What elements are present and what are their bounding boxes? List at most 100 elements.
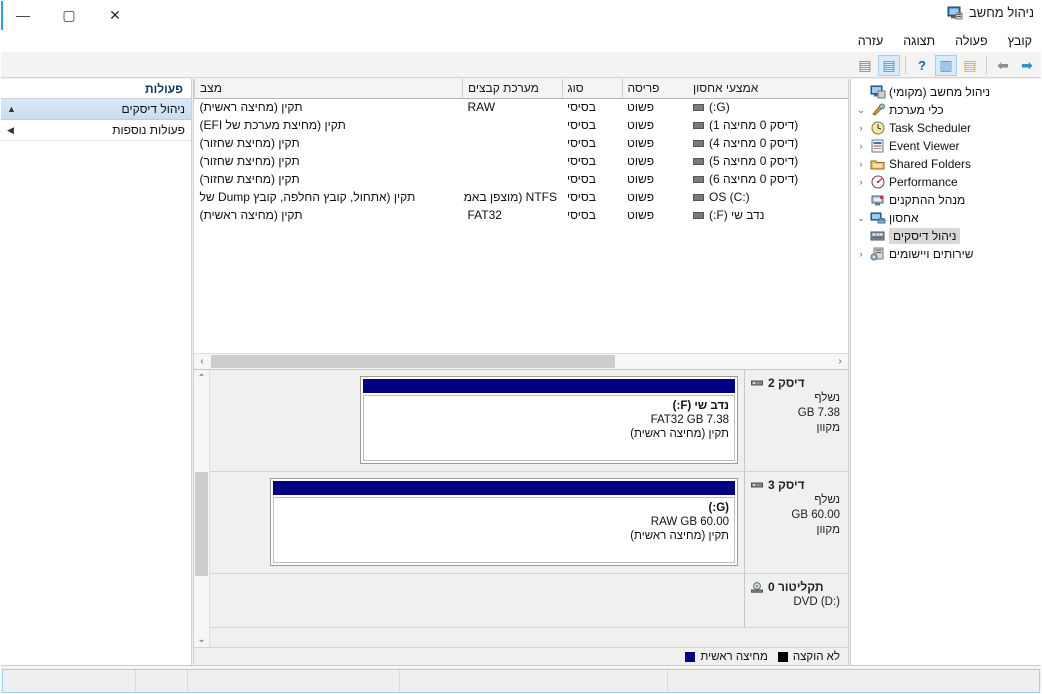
table-header-row: אמצעי אחסון פריסה סוג מערכת קבצים מצב <box>194 79 848 99</box>
tree-item-label: ניהול מחשב (מקומי) <box>889 85 991 99</box>
vertical-scroll-track[interactable] <box>194 386 209 631</box>
disk-row-cdrom-0[interactable]: תקליטור 0 DVD (D:) <box>210 574 848 628</box>
cell-volume: OS (C:) <box>688 188 848 206</box>
chevron-left-icon[interactable]: ‹ <box>855 176 867 188</box>
partition-info: נדב שי (F:) 7.38 FAT32 GB תקין (מחיצה ראשי… <box>363 395 735 461</box>
disk-header-disk-2[interactable]: דיסק 2 נשלף 7.38 GB מקוון <box>744 370 848 471</box>
forward-icon[interactable]: ➡ <box>1016 55 1038 76</box>
chevron-left-icon[interactable]: ‹ <box>855 122 867 134</box>
cell-volume: (דיסק 0 מחיצה 4) <box>688 134 848 152</box>
column-type[interactable]: סוג <box>561 79 622 99</box>
partition-f[interactable]: נדב שי (F:) 7.38 FAT32 GB תקין (מחיצה ראשי… <box>360 376 738 464</box>
disk-info-line: DVD (D:) <box>793 596 840 608</box>
cell-status: תקין (מחיצת שחזור) <box>199 136 300 150</box>
menu-action[interactable]: פעולה <box>953 32 989 50</box>
computer-icon <box>870 85 886 99</box>
disk-management-icon <box>870 229 886 243</box>
table-row[interactable]: (דיסק 0 מחיצה 1) פשוט בסיסי תקין (מחיצת מער… <box>195 116 849 134</box>
scroll-up-arrow-icon[interactable]: ⌃ <box>194 370 209 386</box>
menu-help[interactable]: עזרה <box>856 32 886 50</box>
volume-label: (דיסק 0 מחיצה 6) <box>709 172 799 186</box>
export-list-icon[interactable]: ▤ <box>959 55 981 76</box>
maximize-icon[interactable]: ▢ <box>46 0 92 30</box>
cell-volume: נדב שי (F:) <box>688 206 848 224</box>
partition-g[interactable]: (G:) 60.00 RAW GB תקין (מחיצה ראשית) <box>270 478 738 566</box>
show-action-pane-icon[interactable]: ▥ <box>935 54 957 76</box>
chevron-down-icon[interactable]: ⌄ <box>855 212 867 224</box>
table-row[interactable]: (דיסק 0 מחיצה 6) פשוט בסיסי תקין (מחיצת שחז… <box>195 170 849 188</box>
horizontal-scroll-thumb[interactable] <box>211 355 615 368</box>
tree-item-storage[interactable]: ⌄ אחסון <box>853 209 1039 227</box>
disk-layout-disk-3: (G:) 60.00 RAW GB תקין (מחיצה ראשית) <box>210 472 744 573</box>
menu-file[interactable]: קובץ <box>1006 32 1034 50</box>
expand-arrow-icon[interactable]: ◀ <box>7 125 14 136</box>
cell-volume: (דיסק 0 מחיצה 5) <box>688 152 848 170</box>
table-row[interactable]: (G:) פשוט בסיסי RAW תקין (מחיצה ראשית) <box>195 98 849 116</box>
disk-row-disk-2[interactable]: דיסק 2 נשלף 7.38 GB מקוון נדב שי (F:) 7.38 FA… <box>210 370 848 472</box>
computer-management-window: ניהול מחשב ✕ ▢ — קובץ פעולה תצוגה עזרה ➡ ⬅ ▤ ▥… <box>0 0 1042 694</box>
vertical-scroll-thumb[interactable] <box>195 472 208 576</box>
action-more-actions[interactable]: פעולות נוספות ◀ <box>1 120 191 141</box>
tree-item-performance[interactable]: ‹ Performance <box>853 173 1039 191</box>
cell-layout: פשוט <box>627 172 655 186</box>
actions-pane: פעולות ניהול דיסקים ▲ פעולות נוספות ◀ <box>0 79 192 666</box>
tree-item-system-tools[interactable]: ⌄ כלי מערכת <box>853 101 1039 119</box>
disk-row-disk-3[interactable]: דיסק 3 נשלף 60.00 GB מקוון (G:) 60.00 RAW GB ת… <box>210 472 848 574</box>
menu-view[interactable]: תצוגה <box>901 32 937 50</box>
tree-item-shared-folders[interactable]: ‹ Shared Folders <box>853 155 1039 173</box>
column-volume[interactable]: אמצעי אחסון <box>688 79 848 99</box>
tree-item-services-and-applications[interactable]: ‹ שירותים ויישומים <box>853 245 1039 263</box>
column-filesystem[interactable]: מערכת קבצים <box>462 79 562 99</box>
scroll-left-arrow-icon[interactable]: ‹ <box>832 354 848 369</box>
horizontal-scroll-track[interactable] <box>210 354 832 369</box>
tree-item-task-scheduler[interactable]: ‹ Task Scheduler <box>853 119 1039 137</box>
action-disk-management[interactable]: ניהול דיסקים ▲ <box>1 99 191 120</box>
close-icon[interactable]: ✕ <box>92 0 138 30</box>
help-icon[interactable]: ? <box>911 55 933 76</box>
device-manager-icon <box>870 193 886 207</box>
properties-icon[interactable]: ▤ <box>854 55 876 76</box>
table-row[interactable]: OS (C:) פשוט בסיסי NTFS (מוצפן באמצעות BitL… <box>195 188 849 206</box>
chevron-left-icon[interactable]: ‹ <box>855 248 867 260</box>
chevron-down-icon[interactable]: ⌄ <box>855 104 867 116</box>
cell-filesystem <box>463 170 563 188</box>
chevron-left-icon[interactable]: ‹ <box>855 158 867 170</box>
collapse-arrow-icon[interactable]: ▲ <box>7 104 16 114</box>
disk-header-disk-3[interactable]: דיסק 3 נשלף 60.00 GB מקוון <box>744 472 848 573</box>
disk-title: תקליטור 0 <box>768 580 824 594</box>
cell-type: בסיסי <box>567 118 596 132</box>
volume-icon <box>693 139 704 147</box>
table-row[interactable]: (דיסק 0 מחיצה 5) פשוט בסיסי תקין (מחיצת שחז… <box>195 152 849 170</box>
console-tree: ניהול מחשב (מקומי) ⌄ כלי מערכת ‹ Task Schedu… <box>851 79 1041 263</box>
minimize-icon[interactable]: — <box>0 0 46 30</box>
partition-color-bar <box>363 379 735 393</box>
show-console-tree-icon[interactable]: ▤ <box>878 54 900 76</box>
volume-label: (G:) <box>709 100 730 115</box>
cell-volume: (דיסק 0 מחיצה 6) <box>688 170 848 188</box>
column-status[interactable]: מצב <box>194 79 463 99</box>
tree-item-device-manager[interactable]: מנהל ההתקנים <box>853 191 1039 209</box>
tree-item-event-viewer[interactable]: ‹ Event Viewer <box>853 137 1039 155</box>
disk-management-pane: אמצעי אחסון פריסה סוג מערכת קבצים מצב (G:) פש… <box>193 79 849 666</box>
scroll-down-arrow-icon[interactable]: ⌄ <box>194 631 209 647</box>
cell-layout: פשוט <box>627 190 655 204</box>
volume-icon <box>693 211 704 219</box>
cell-type: בסיסי <box>567 154 596 168</box>
table-row[interactable]: (דיסק 0 מחיצה 4) פשוט בסיסי תקין (מחיצת שחז… <box>195 134 849 152</box>
disk-header-cdrom-0[interactable]: תקליטור 0 DVD (D:) <box>744 574 848 627</box>
tree-item-computer-management[interactable]: ניהול מחשב (מקומי) <box>853 83 1039 101</box>
legend-label: לא הוקצה <box>792 650 840 663</box>
volume-list: אמצעי אחסון פריסה סוג מערכת קבצים מצב (G:) פש… <box>194 79 848 370</box>
cell-type: בסיסי <box>567 100 596 115</box>
tree-item-disk-management[interactable]: ניהול דיסקים <box>853 227 1039 245</box>
cell-layout: פשוט <box>627 208 655 222</box>
table-row[interactable]: נדב שי (F:) פשוט בסיסי FAT32 תקין (מחיצה ראש… <box>195 206 849 224</box>
volume-list-horizontal-scrollbar[interactable]: ‹ › <box>194 353 848 369</box>
column-layout[interactable]: פריסה <box>621 79 688 99</box>
chevron-left-icon[interactable]: ‹ <box>855 140 867 152</box>
menu-bar: קובץ פעולה תצוגה עזרה <box>0 30 1042 52</box>
scroll-right-arrow-icon[interactable]: › <box>194 354 210 369</box>
graphical-view-vertical-scrollbar[interactable]: ⌃ ⌄ <box>194 370 210 647</box>
back-icon[interactable]: ⬅ <box>992 55 1014 76</box>
